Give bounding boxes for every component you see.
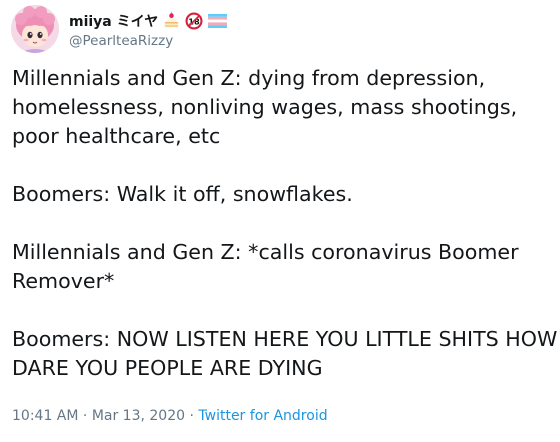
trans-flag-icon [208,13,228,28]
author-handle[interactable]: @PearlteaRizzy [69,33,227,49]
tweet-meta: 10:41 AM · Mar 13, 2020 · Twitter for An… [12,408,328,424]
author-names: miiya ミイヤ 18 [69,10,228,49]
tweet-source-link[interactable]: Twitter for Android [198,408,327,424]
tweet-paragraph-2: Boomers: Walk it off, snowflakes. [12,182,353,206]
avatar[interactable] [11,5,59,53]
tweet-paragraph-3: Millennials and Gen Z: *calls coronaviru… [12,240,519,293]
tweet: miiya ミイヤ 18 [0,0,560,442]
tweet-text: Millennials and Gen Z: dying from depres… [12,64,560,383]
tweet-time[interactable]: 10:41 AM [12,408,78,424]
tweet-paragraph-4: Boomers: NOW LISTEN HERE YOU LITTLE SHIT… [12,327,558,380]
meta-separator: · [189,408,194,424]
eighteen-plus-icon: 18 [185,12,203,30]
shortcake-icon [163,12,180,29]
display-name-row[interactable]: miiya ミイヤ 18 [69,10,228,32]
tweet-date[interactable]: Mar 13, 2020 [92,408,185,424]
meta-separator: · [82,408,88,424]
anime-avatar-icon [11,5,59,53]
tweet-header: miiya ミイヤ 18 [11,4,228,54]
display-name[interactable]: miiya ミイヤ [69,11,158,31]
tweet-paragraph-1: Millennials and Gen Z: dying from depres… [12,66,518,148]
